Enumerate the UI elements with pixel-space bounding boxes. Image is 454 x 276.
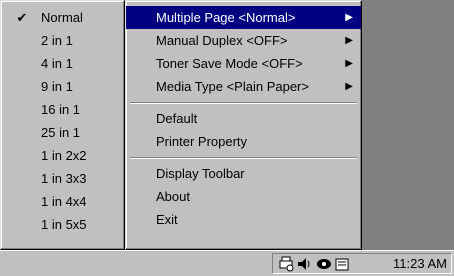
menu-separator [126, 153, 361, 162]
menu-item-about[interactable]: About [126, 185, 361, 208]
submenu-arrow-icon: ▶ [345, 12, 353, 23]
submenu-item-label: 2 in 1 [41, 33, 73, 48]
menu-item-label: Printer Property [156, 134, 248, 149]
submenu-item-label: 25 in 1 [41, 125, 81, 140]
submenu-item-label: 9 in 1 [41, 79, 73, 94]
speaker-icon[interactable] [295, 255, 313, 273]
menu-item-label: Display Toolbar [156, 166, 245, 181]
submenu-item-label: 1 in 5x5 [41, 217, 87, 232]
menu-item-display-toolbar[interactable]: Display Toolbar [126, 162, 361, 185]
submenu-item-normal[interactable]: ✔ Normal [1, 6, 124, 29]
network-icon[interactable] [315, 255, 333, 273]
submenu-item-label: 1 in 2x2 [41, 148, 87, 163]
submenu-item-2in1[interactable]: 2 in 1 [1, 29, 124, 52]
menu-item-label: Media Type <Plain Paper> [156, 79, 309, 94]
menu-item-media-type[interactable]: Media Type <Plain Paper> ▶ [126, 75, 361, 98]
menu-item-label: Exit [156, 212, 178, 227]
menu-item-exit[interactable]: Exit [126, 208, 361, 231]
menu-separator [126, 98, 361, 107]
submenu-item-label: 1 in 3x3 [41, 171, 87, 186]
clock[interactable]: 11:23 AM [393, 254, 447, 273]
submenu-item-1in4x4[interactable]: 1 in 4x4 [1, 190, 124, 213]
menu-item-multiple-page[interactable]: Multiple Page <Normal> ▶ [126, 6, 361, 29]
submenu-item-4in1[interactable]: 4 in 1 [1, 52, 124, 75]
menu-item-printer-property[interactable]: Printer Property [126, 130, 361, 153]
menu-item-label: Default [156, 111, 198, 126]
submenu-arrow-icon: ▶ [345, 35, 353, 46]
submenu-item-1in2x2[interactable]: 1 in 2x2 [1, 144, 124, 167]
submenu-item-label: 1 in 4x4 [41, 194, 87, 209]
submenu-item-9in1[interactable]: 9 in 1 [1, 75, 124, 98]
menu-item-toner-save[interactable]: Toner Save Mode <OFF> ▶ [126, 52, 361, 75]
menu-item-label: Toner Save Mode <OFF> [156, 56, 303, 71]
submenu-item-label: 16 in 1 [41, 102, 81, 117]
submenu-item-1in5x5[interactable]: 1 in 5x5 [1, 213, 124, 236]
system-tray: 11:23 AM [272, 253, 452, 274]
submenu-item-25in1[interactable]: 25 in 1 [1, 121, 124, 144]
taskbar: 11:23 AM [0, 250, 454, 276]
menu-item-manual-duplex[interactable]: Manual Duplex <OFF> ▶ [126, 29, 361, 52]
checkmark-icon: ✔ [16, 10, 28, 25]
menu-item-default[interactable]: Default [126, 107, 361, 130]
tray-context-menu: Multiple Page <Normal> ▶ Manual Duplex <… [125, 0, 362, 250]
submenu-item-16in1[interactable]: 16 in 1 [1, 98, 124, 121]
menu-item-label: About [156, 189, 190, 204]
submenu-arrow-icon: ▶ [345, 81, 353, 92]
tray-app-icon[interactable] [333, 255, 351, 273]
submenu-arrow-icon: ▶ [345, 58, 353, 69]
submenu-item-1in3x3[interactable]: 1 in 3x3 [1, 167, 124, 190]
submenu-item-label: Normal [41, 10, 83, 25]
menu-item-label: Manual Duplex <OFF> [156, 33, 288, 48]
menu-item-label: Multiple Page <Normal> [156, 10, 296, 25]
printer-status-icon[interactable] [277, 255, 295, 273]
multiple-page-submenu: ✔ Normal 2 in 1 4 in 1 9 in 1 16 in 1 25… [0, 0, 125, 250]
submenu-item-label: 4 in 1 [41, 56, 73, 71]
